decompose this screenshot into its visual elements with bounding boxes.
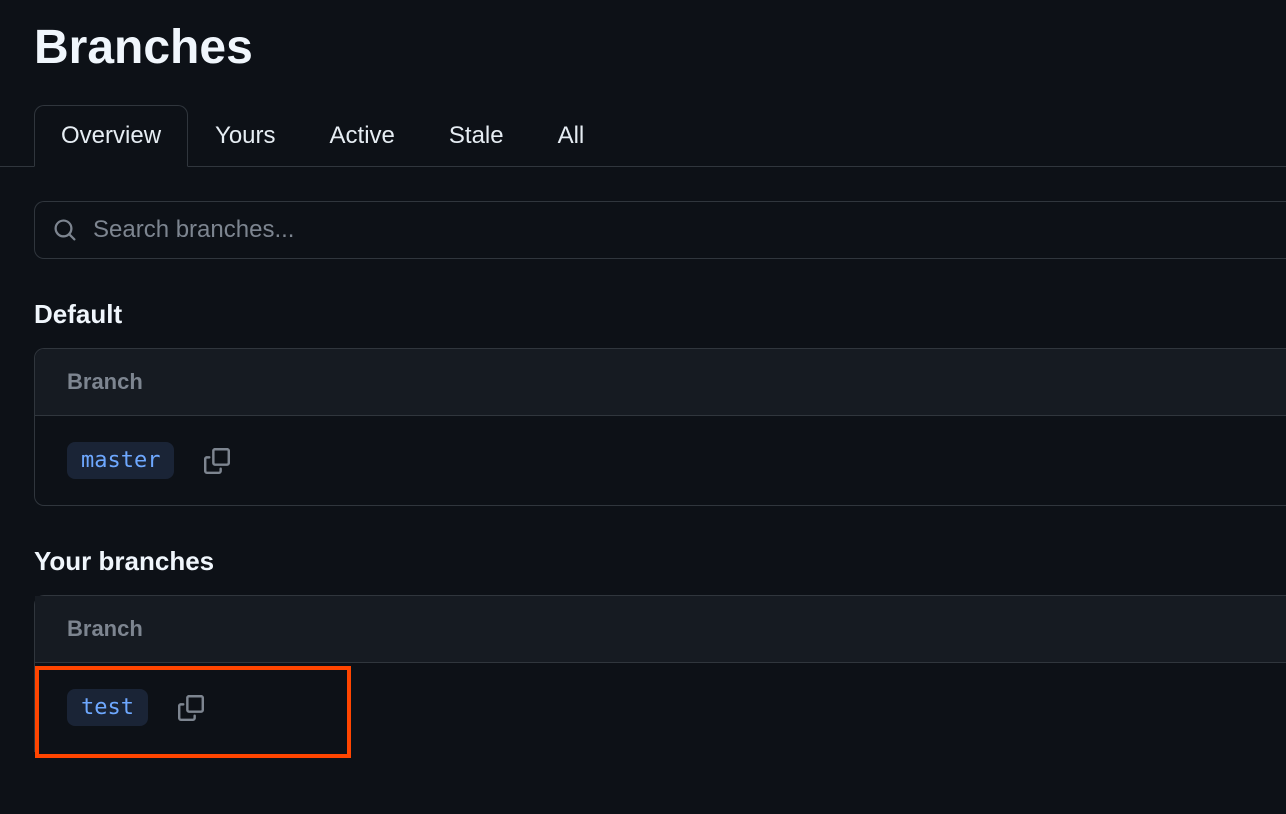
branch-badge-test[interactable]: test [67,689,148,726]
tab-yours[interactable]: Yours [188,105,303,166]
section-title-your-branches: Your branches [0,506,1286,595]
tab-overview[interactable]: Overview [34,105,188,167]
default-branch-table: Branch master [34,348,1286,506]
tab-active[interactable]: Active [303,105,422,166]
table-header-branch: Branch [35,349,1286,416]
table-header-branch: Branch [35,596,1286,663]
tab-stale[interactable]: Stale [422,105,531,166]
page-title: Branches [0,0,1286,105]
tab-all[interactable]: All [531,105,612,166]
table-row: master [35,416,1286,505]
branch-badge-master[interactable]: master [67,442,174,479]
section-title-default: Default [0,259,1286,348]
your-branches-table: Branch test [34,595,1286,752]
tabs-nav: Overview Yours Active Stale All [0,105,1286,167]
copy-icon[interactable] [178,695,204,721]
search-container [34,201,1286,259]
table-row: test [35,663,1286,752]
copy-icon[interactable] [204,448,230,474]
search-input[interactable] [93,216,1268,244]
search-icon [53,218,77,242]
